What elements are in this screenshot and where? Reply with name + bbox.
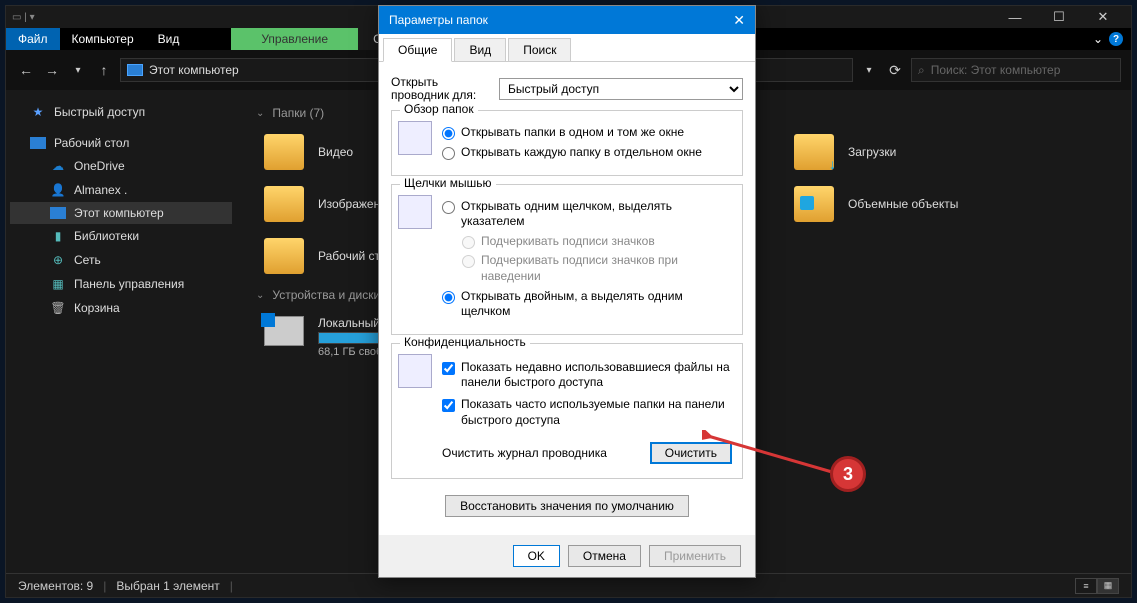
help-icon[interactable]: ?	[1109, 32, 1123, 46]
close-button[interactable]: ✕	[1081, 6, 1125, 28]
clock-icon	[398, 354, 432, 388]
dialog-close-button[interactable]: ✕	[705, 12, 745, 29]
minimize-button[interactable]: —	[993, 6, 1037, 28]
address-dropdown[interactable]: ▾	[859, 60, 879, 80]
open-for-select[interactable]: Быстрый доступ	[499, 78, 743, 100]
clear-button[interactable]: Очистить	[650, 442, 732, 464]
back-button[interactable]: ←	[16, 60, 36, 80]
ok-button[interactable]: OK	[513, 545, 560, 567]
apply-button[interactable]: Применить	[649, 545, 741, 567]
status-items: Элементов: 9	[18, 579, 93, 593]
sidebar-control-panel[interactable]: ▦Панель управления	[10, 272, 232, 296]
radio-underline: Подчеркивать подписи значков	[442, 234, 732, 250]
maximize-button[interactable]: ☐	[1037, 6, 1081, 28]
dialog-titlebar[interactable]: Параметры папок ✕	[379, 6, 755, 34]
privacy-group: Конфиденциальность Показать недавно испо…	[391, 343, 743, 479]
chevron-down-icon: ⌄	[256, 290, 264, 301]
folder-icon	[264, 134, 304, 170]
tab-general[interactable]: Общие	[383, 38, 452, 62]
checkbox-frequent-folders[interactable]: Показать часто используемые папки на пан…	[442, 397, 732, 428]
forward-button[interactable]: →	[42, 60, 62, 80]
folder-3d-objects[interactable]: Объемные объекты	[786, 178, 1036, 230]
checkbox-recent-files[interactable]: Показать недавно использовавшиеся файлы …	[442, 360, 732, 391]
cancel-button[interactable]: Отмена	[568, 545, 641, 567]
sidebar-quick-access[interactable]: ★Быстрый доступ	[10, 100, 232, 124]
network-icon: ⊕	[50, 252, 66, 268]
sidebar-user[interactable]: 👤Almanex .	[10, 178, 232, 202]
tab-search[interactable]: Поиск	[508, 38, 571, 61]
tab-computer[interactable]: Компьютер	[60, 28, 146, 50]
browse-legend: Обзор папок	[400, 102, 478, 116]
dialog-tabs: Общие Вид Поиск	[379, 34, 755, 62]
pc-icon	[50, 207, 66, 219]
click-legend: Щелчки мышью	[400, 176, 496, 190]
refresh-button[interactable]: ⟳	[885, 60, 905, 80]
annotation-badge: 3	[830, 456, 866, 492]
browse-icon	[398, 121, 432, 155]
control-icon: ▦	[50, 276, 66, 292]
sidebar-this-pc[interactable]: Этот компьютер	[10, 202, 232, 224]
open-for-label: Открыть проводник для:	[391, 76, 491, 102]
tab-view-dlg[interactable]: Вид	[454, 38, 506, 61]
up-button[interactable]: ↑	[94, 60, 114, 80]
folder-icon	[794, 134, 834, 170]
click-group: Щелчки мышью Открывать одним щелчком, вы…	[391, 184, 743, 335]
clear-history-label: Очистить журнал проводника	[442, 446, 607, 460]
bin-icon: 🗑	[50, 300, 66, 316]
status-selected: Выбран 1 элемент	[116, 579, 219, 593]
tab-manage[interactable]: Управление	[231, 28, 358, 50]
search-placeholder: Поиск: Этот компьютер	[931, 63, 1061, 77]
sidebar-desktop[interactable]: Рабочий стол	[10, 132, 232, 154]
dialog-title: Параметры папок	[389, 13, 488, 27]
chevron-down-icon: ⌄	[256, 108, 264, 119]
breadcrumb[interactable]: Этот компьютер	[149, 63, 239, 77]
sidebar-network[interactable]: ⊕Сеть	[10, 248, 232, 272]
libraries-icon: ▮	[50, 228, 66, 244]
folder-downloads[interactable]: Загрузки	[786, 126, 1036, 178]
cursor-icon	[398, 195, 432, 229]
recent-dropdown[interactable]: ▾	[68, 60, 88, 80]
folder-icon	[264, 186, 304, 222]
pc-icon	[127, 64, 143, 76]
folder-icon	[264, 238, 304, 274]
radio-underline-hover: Подчеркивать подписи значков при наведен…	[442, 253, 732, 284]
browse-group: Обзор папок Открывать папки в одном и то…	[391, 110, 743, 175]
ribbon-expand-icon[interactable]: ⌄	[1093, 32, 1103, 46]
sidebar-recycle-bin[interactable]: 🗑Корзина	[10, 296, 232, 320]
radio-double-click[interactable]: Открывать двойным, а выделять одним щелч…	[442, 289, 732, 320]
user-icon: 👤	[50, 182, 66, 198]
radio-new-window[interactable]: Открывать каждую папку в отдельном окне	[442, 145, 732, 161]
sidebar-onedrive[interactable]: ☁OneDrive	[10, 154, 232, 178]
sidebar-libraries[interactable]: ▮Библиотеки	[10, 224, 232, 248]
view-icons-button[interactable]: ▦	[1097, 578, 1119, 594]
folder-options-dialog: Параметры папок ✕ Общие Вид Поиск Открыт…	[378, 5, 756, 578]
drive-icon	[264, 316, 304, 346]
tab-view[interactable]: Вид	[146, 28, 192, 50]
folder-icon	[794, 186, 834, 222]
sys-icon: ▭ | ▾	[12, 12, 35, 23]
desktop-icon	[30, 137, 46, 149]
view-details-button[interactable]: ≡	[1075, 578, 1097, 594]
tab-file[interactable]: Файл	[6, 28, 60, 50]
sidebar: ★Быстрый доступ Рабочий стол ☁OneDrive 👤…	[6, 90, 236, 573]
radio-same-window[interactable]: Открывать папки в одном и том же окне	[442, 125, 732, 141]
search-icon: ⌕	[918, 63, 925, 78]
cloud-icon: ☁	[50, 158, 66, 174]
search-input[interactable]: ⌕ Поиск: Этот компьютер	[911, 58, 1121, 82]
radio-single-click[interactable]: Открывать одним щелчком, выделять указат…	[442, 199, 732, 230]
privacy-legend: Конфиденциальность	[400, 335, 530, 349]
restore-defaults-button[interactable]: Восстановить значения по умолчанию	[445, 495, 689, 517]
star-icon: ★	[30, 104, 46, 120]
